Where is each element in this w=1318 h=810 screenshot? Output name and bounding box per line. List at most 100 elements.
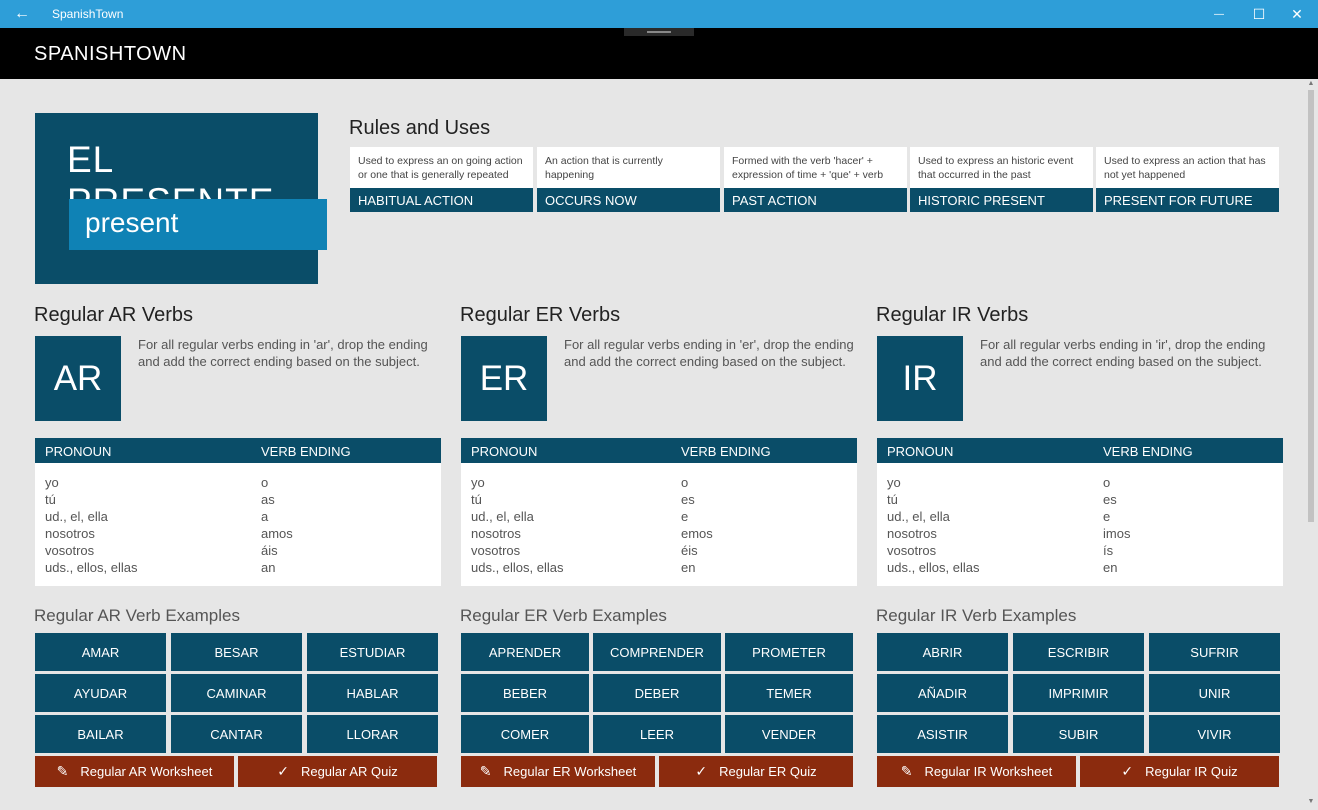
verb-button[interactable]: COMPRENDER xyxy=(593,633,721,671)
ir-verbs-section: Regular IR Verbs IR For all regular verb… xyxy=(876,304,1283,787)
ending-cell: imos xyxy=(1103,526,1131,541)
scrollbar-thumb[interactable] xyxy=(1308,90,1314,522)
pronoun-cell: nosotros xyxy=(45,526,95,541)
pronoun-column-header: PRONOUN xyxy=(471,444,538,459)
verb-button[interactable]: CANTAR xyxy=(171,715,302,753)
table-row: vosotros ís xyxy=(877,543,1283,560)
quiz-label: Regular ER Quiz xyxy=(719,764,817,779)
verb-button[interactable]: CAMINAR xyxy=(171,674,302,712)
table-header: PRONOUN VERB ENDING xyxy=(877,438,1283,463)
verb-button[interactable]: BAILAR xyxy=(35,715,166,753)
ending-cell: o xyxy=(681,475,689,490)
verb-type-badge: ER xyxy=(461,336,547,421)
rule-label: OCCURS NOW xyxy=(537,188,720,212)
table-row: tú as xyxy=(35,492,441,509)
verb-button[interactable]: ESCRIBIR xyxy=(1013,633,1144,671)
section-heading: Regular AR Verbs xyxy=(34,304,193,326)
pronoun-cell: yo xyxy=(471,475,485,490)
verb-button[interactable]: AÑADIR xyxy=(877,674,1008,712)
verb-button[interactable]: IMPRIMIR xyxy=(1013,674,1144,712)
scroll-down-icon[interactable]: ▼ xyxy=(1306,798,1316,806)
ending-cell: e xyxy=(681,509,689,524)
close-window-button[interactable]: ✕ xyxy=(1274,0,1318,28)
rule-card-past-action[interactable]: Formed with the verb 'hacer' + expressio… xyxy=(724,147,907,212)
table-row: ud., el, ella e xyxy=(461,509,857,526)
verb-button[interactable]: BEBER xyxy=(461,674,589,712)
pronoun-cell: yo xyxy=(45,475,59,490)
verb-button[interactable]: DEBER xyxy=(593,674,721,712)
conjugation-table: PRONOUN VERB ENDING yo o tú es ud., el, el… xyxy=(877,438,1283,586)
ending-cell: as xyxy=(261,492,275,507)
pronoun-column-header: PRONOUN xyxy=(887,444,954,459)
verb-button[interactable]: ABRIR xyxy=(877,633,1008,671)
table-row: nosotros amos xyxy=(35,526,441,543)
worksheet-button[interactable]: ✎ Regular IR Worksheet xyxy=(877,756,1076,787)
pronoun-cell: uds., ellos, ellas xyxy=(887,560,980,575)
quiz-button[interactable]: ✓ Regular AR Quiz xyxy=(238,756,437,787)
rule-card-historic-present[interactable]: Used to express an historic event that o… xyxy=(910,147,1093,212)
verb-button[interactable]: SUFRIR xyxy=(1149,633,1280,671)
vertical-scrollbar[interactable]: ▲ ▼ xyxy=(1306,80,1316,806)
verb-button[interactable]: APRENDER xyxy=(461,633,589,671)
pronoun-cell: yo xyxy=(887,475,901,490)
table-row: vosotros éis xyxy=(461,543,857,560)
quiz-label: Regular IR Quiz xyxy=(1145,764,1238,779)
verb-button[interactable]: TEMER xyxy=(725,674,853,712)
rule-card-present-for-future[interactable]: Used to express an action that has not y… xyxy=(1096,147,1279,212)
rule-description: Used to express an action that has not y… xyxy=(1096,147,1279,188)
rule-label: HISTORIC PRESENT xyxy=(910,188,1093,212)
rule-card-occurs-now[interactable]: An action that is currently happening OC… xyxy=(537,147,720,212)
ending-cell: o xyxy=(261,475,269,490)
table-row: nosotros emos xyxy=(461,526,857,543)
section-heading: Regular IR Verbs xyxy=(876,304,1029,326)
worksheet-label: Regular ER Worksheet xyxy=(503,764,637,779)
worksheet-label: Regular IR Worksheet xyxy=(924,764,1053,779)
worksheet-button[interactable]: ✎ Regular AR Worksheet xyxy=(35,756,234,787)
ending-cell: ís xyxy=(1103,543,1114,558)
app-header: SPANISHTOWN xyxy=(0,28,1318,79)
pronoun-cell: ud., el, ella xyxy=(887,509,950,524)
ending-cell: es xyxy=(1103,492,1117,507)
table-row: tú es xyxy=(877,492,1283,509)
rule-label: PAST ACTION xyxy=(724,188,907,212)
pronoun-cell: nosotros xyxy=(887,526,937,541)
verb-button[interactable]: AYUDAR xyxy=(35,674,166,712)
checkmark-icon: ✓ xyxy=(277,763,289,779)
table-row: yo o xyxy=(461,475,857,492)
rule-card-habitual[interactable]: Used to express an on going action or on… xyxy=(350,147,533,212)
pencil-icon: ✎ xyxy=(900,763,913,779)
ending-cell: es xyxy=(681,492,695,507)
verb-button[interactable]: ASISTIR xyxy=(877,715,1008,753)
section-heading: Regular ER Verbs xyxy=(460,304,621,326)
verb-button[interactable]: LEER xyxy=(593,715,721,753)
ending-column-header: VERB ENDING xyxy=(681,444,771,459)
ar-verbs-section: Regular AR Verbs AR For all regular verb… xyxy=(34,304,441,787)
checkmark-icon: ✓ xyxy=(695,763,708,779)
quiz-button[interactable]: ✓ Regular ER Quiz xyxy=(659,756,853,787)
verb-button[interactable]: ESTUDIAR xyxy=(307,633,438,671)
verb-button[interactable]: VENDER xyxy=(725,715,853,753)
verb-button[interactable]: HABLAR xyxy=(307,674,438,712)
back-arrow-icon: ← xyxy=(14,5,30,22)
verb-button[interactable]: VIVIR xyxy=(1149,715,1280,753)
verb-button[interactable]: UNIR xyxy=(1149,674,1280,712)
verb-button[interactable]: COMER xyxy=(461,715,589,753)
pronoun-cell: uds., ellos, ellas xyxy=(471,560,564,575)
ending-cell: e xyxy=(1103,509,1111,524)
verb-button[interactable]: LLORAR xyxy=(307,715,438,753)
rule-label: PRESENT FOR FUTURE xyxy=(1096,188,1279,212)
verb-button[interactable]: BESAR xyxy=(171,633,302,671)
quiz-button[interactable]: ✓ Regular IR Quiz xyxy=(1080,756,1279,787)
verb-button[interactable]: PROMETER xyxy=(725,633,853,671)
ending-cell: en xyxy=(681,560,696,575)
back-button[interactable]: ← xyxy=(0,0,44,28)
verb-button[interactable]: SUBIR xyxy=(1013,715,1144,753)
pronoun-cell: nosotros xyxy=(471,526,521,541)
verb-button[interactable]: AMAR xyxy=(35,633,166,671)
worksheet-button[interactable]: ✎ Regular ER Worksheet xyxy=(461,756,655,787)
pronoun-cell: ud., el, ella xyxy=(45,509,108,524)
scroll-up-icon[interactable]: ▲ xyxy=(1306,80,1316,88)
rule-description: An action that is currently happening xyxy=(537,147,720,188)
pronoun-cell: ud., el, ella xyxy=(471,509,534,524)
drag-handle[interactable] xyxy=(624,28,694,36)
